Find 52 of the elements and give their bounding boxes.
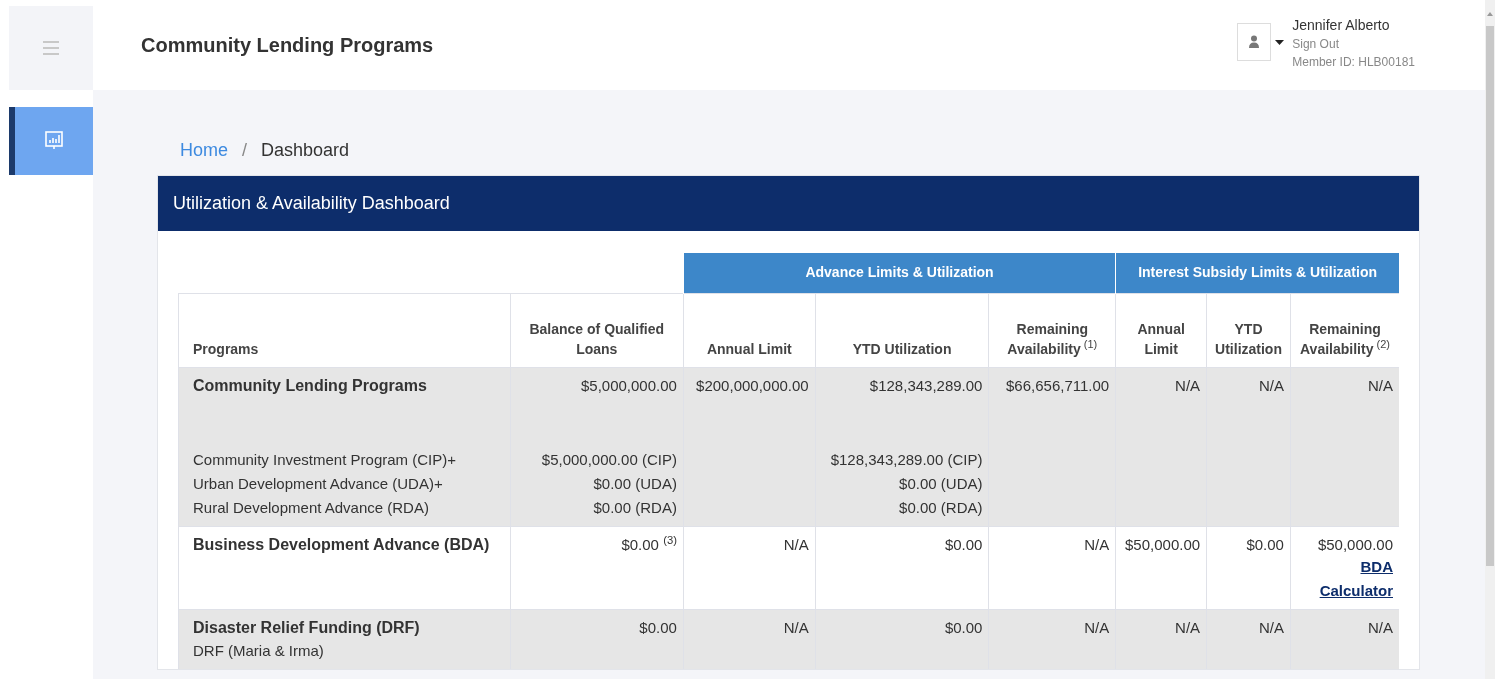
cell-value: $0.00 [943,534,983,555]
cell-value: N/A [1083,534,1110,555]
user-menu-button[interactable] [1237,23,1285,61]
chart-icon [45,131,63,151]
cell-value: N/A [1174,375,1201,396]
cell-subvalue: $0.00 (RDA) [898,497,983,518]
cell-value: N/A [782,617,809,638]
cell-subvalue: $5,000,000.00 (CIP) [540,449,677,470]
cell-value: $0.00 [943,617,983,638]
card-title: Utilization & Availability Dashboard [173,192,450,215]
breadcrumb-current: Dashboard [261,138,350,162]
cell-value: $0.00 $^{(3)}$ [620,534,677,555]
program-name: Disaster Relief Funding (DRF) [193,617,421,638]
cell-value: $5,000,000.00 [579,375,677,396]
cell-value: $0.00 [638,617,677,638]
column-group-header: Advance Limits & Utilization [683,253,1116,293]
cell-value: $50,000.00 [1316,534,1393,555]
dashboard-nav-item[interactable] [9,107,93,175]
cell-subvalue: $0.00 (RDA) [592,497,677,518]
column-group-header: Interest Subsidy Limits & Utilization [1115,253,1399,293]
cell-value: $50,000.00 [1124,534,1201,555]
user-name: Jennifer Alberto [1292,16,1391,35]
breadcrumb-link[interactable]: Home [180,136,228,164]
cell-value: N/A [1083,617,1110,638]
cell-subvalue: $128,343,289.00 (CIP) [829,449,983,470]
cell-value: N/A [1257,375,1284,396]
program-name: Business Development Advance (BDA) [193,534,491,555]
member-id: Member ID: HLB00181 [1292,54,1415,71]
breadcrumb-separator: / [242,138,248,162]
program-subname: Community Investment Program (CIP)+ [193,449,457,470]
person-icon [1249,35,1260,49]
cell-value: N/A [1367,617,1393,638]
cell-value: $0.00 [1245,534,1284,555]
calculator-link[interactable]: BDA Calculator [1296,554,1393,603]
program-subname: Rural Development Advance (RDA) [193,497,430,518]
caret-icon [1275,39,1285,45]
program-subname: Urban Development Advance (UDA)+ [193,473,444,494]
cell-value: $128,343,289.00 [868,375,983,396]
scrollbar[interactable] [1485,0,1495,679]
scroll-up-icon [1487,12,1493,16]
cell-value: N/A [1174,617,1201,638]
cell-subvalue: $0.00 (UDA) [898,473,983,494]
cell-subvalue: $0.00 (UDA) [592,473,677,494]
cell-value: $66,656,711.00 [1005,375,1110,396]
cell-value: N/A [782,534,809,555]
page-title: Community Lending Programs [141,33,435,58]
program-name: Community Lending Programs [193,375,428,396]
cell-value: $200,000,000.00 [695,375,809,396]
program-subname: DRF (Maria & Irma) [193,640,325,661]
sign-out-link[interactable]: Sign Out [1292,35,1415,53]
cell-value: N/A [1367,375,1393,396]
cell-value: N/A [1257,617,1284,638]
